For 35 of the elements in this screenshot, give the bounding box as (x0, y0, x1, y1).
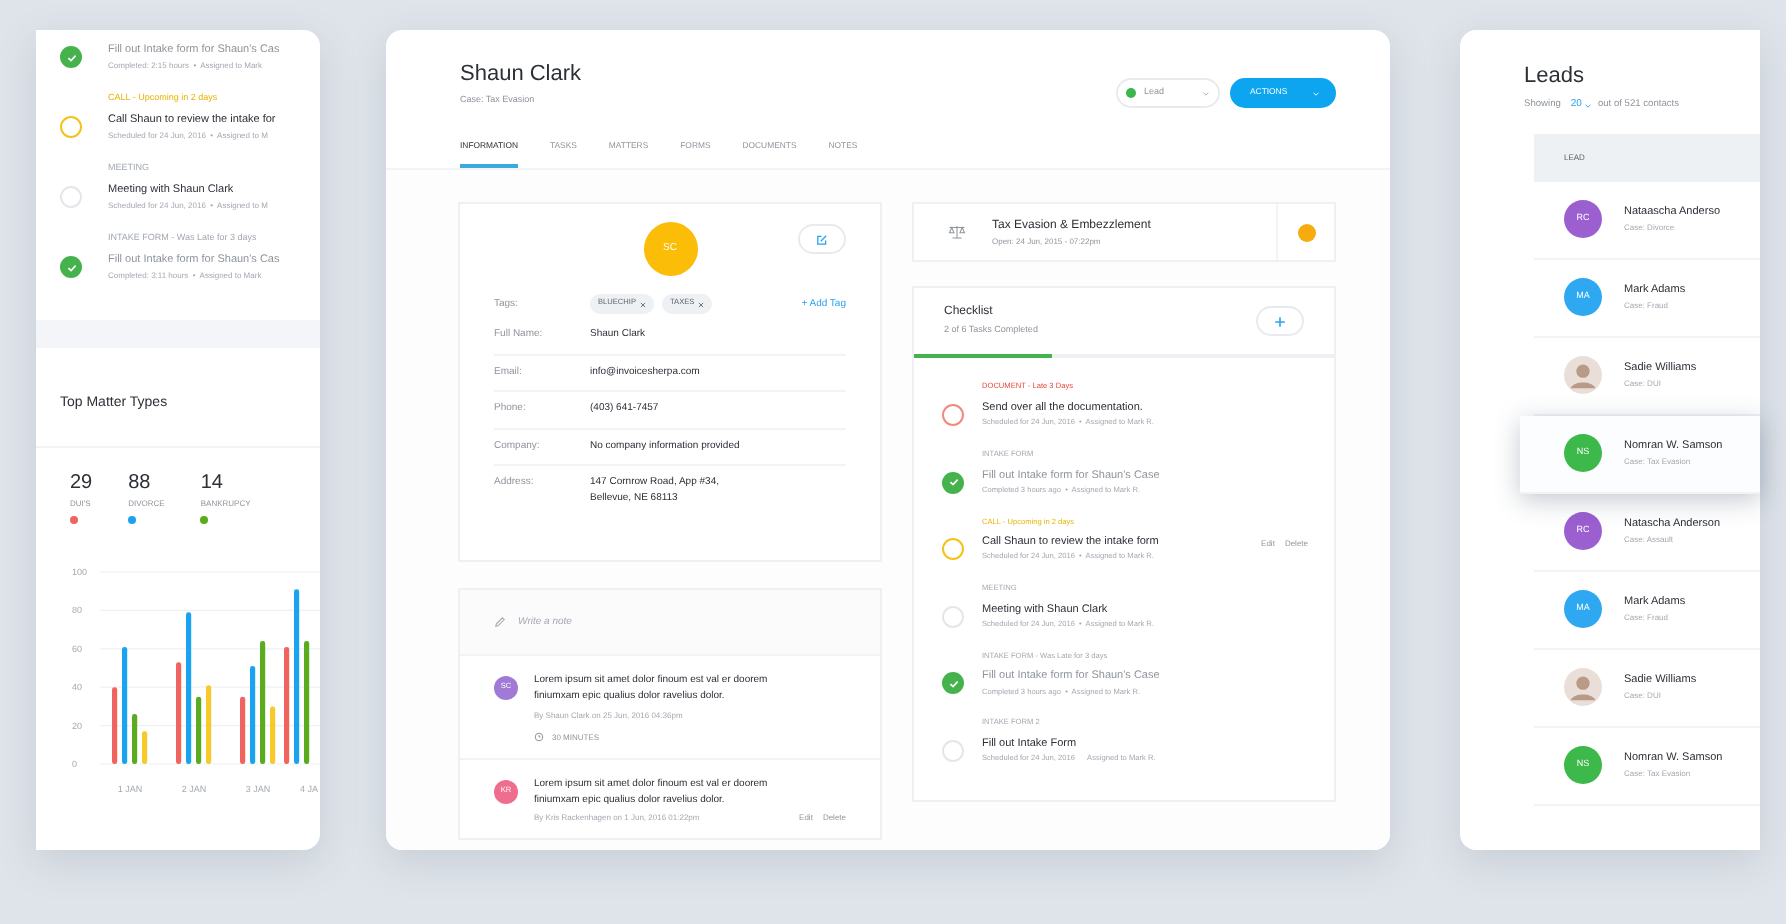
edit-icon (816, 233, 828, 246)
panel-title: Leads (1524, 66, 1586, 88)
pen-icon (494, 616, 506, 629)
contact-name: Shaun Clark (460, 64, 582, 86)
chart-bar (122, 647, 128, 765)
chart-bar (196, 697, 202, 765)
chevron-down-icon (1202, 89, 1210, 97)
edit-button[interactable] (798, 224, 846, 255)
chart-bar (132, 714, 138, 765)
chevron-down-icon (1583, 101, 1592, 110)
close-icon[interactable] (640, 301, 646, 308)
chart-bar (304, 641, 310, 765)
chart-bar (250, 666, 256, 765)
chevron-down-icon (1312, 89, 1320, 97)
plus-icon (1274, 315, 1286, 328)
task-checkbox[interactable] (942, 538, 964, 561)
chart-bar (206, 685, 212, 765)
close-icon[interactable] (698, 301, 705, 308)
chart-bar (112, 687, 118, 765)
chart-bar (142, 731, 148, 765)
stat-value: 88 (128, 474, 153, 495)
chart-bar (240, 697, 246, 765)
task-checkbox[interactable] (60, 116, 82, 139)
chart-bar (270, 706, 276, 765)
scales-icon (948, 224, 966, 241)
stat-value: 29 (70, 474, 93, 495)
clock-icon (534, 732, 544, 743)
avatar-silhouette (1564, 668, 1602, 706)
chart-bar (176, 662, 182, 765)
task-checkbox[interactable] (942, 403, 964, 426)
add-button[interactable] (1256, 306, 1304, 337)
chart-bar (284, 647, 290, 765)
chart-bar (260, 641, 266, 765)
stat-value: 14 (200, 474, 225, 495)
avatar-silhouette (1564, 356, 1602, 394)
